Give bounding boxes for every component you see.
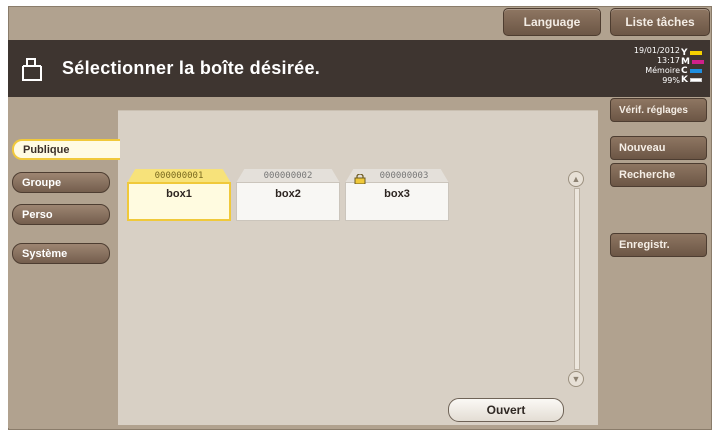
status-time: 13:17 xyxy=(656,56,680,65)
tab-perso[interactable]: Perso xyxy=(12,204,110,225)
register-button[interactable]: Enregistr. xyxy=(610,233,707,257)
scroll-down-icon[interactable]: ▼ xyxy=(568,371,584,387)
box-item-1[interactable]: 000000001 box1 xyxy=(127,169,231,221)
box-list-area xyxy=(118,110,598,425)
status-memory-value: 99% xyxy=(662,76,680,85)
scrollbar-track[interactable] xyxy=(574,188,580,370)
scroll-up-icon[interactable]: ▲ xyxy=(568,171,584,187)
tab-publique[interactable]: Publique xyxy=(12,139,120,160)
search-button[interactable]: Recherche xyxy=(610,163,707,187)
box-name: box1 xyxy=(166,188,192,200)
box-number: 000000002 xyxy=(263,171,313,181)
header-bar: Sélectionner la boîte désirée. xyxy=(8,40,600,97)
box-item-3[interactable]: 000000003 box3 xyxy=(345,169,449,221)
new-button[interactable]: Nouveau xyxy=(610,136,707,160)
task-list-button[interactable]: Liste tâches xyxy=(610,8,710,36)
status-date: 19/01/2012 xyxy=(633,46,680,55)
box-name: box2 xyxy=(275,188,301,200)
open-button[interactable]: Ouvert xyxy=(448,398,564,422)
box-icon xyxy=(20,56,44,82)
page-title: Sélectionner la boîte désirée. xyxy=(62,58,321,78)
toner-k: K xyxy=(681,75,705,85)
box-number: 000000003 xyxy=(379,171,429,181)
box-item-2[interactable]: 000000002 box2 xyxy=(236,169,340,221)
tab-systeme[interactable]: Système xyxy=(12,243,110,264)
box-name: box3 xyxy=(384,188,410,200)
language-button[interactable]: Language xyxy=(503,8,601,36)
status-memory-label: Mémoire xyxy=(645,66,680,75)
check-settings-button[interactable]: Vérif. réglages xyxy=(610,98,707,122)
tab-groupe[interactable]: Groupe xyxy=(12,172,110,193)
status-panel: 19/01/2012 13:17 Mémoire 99% Y M C K xyxy=(600,40,710,97)
toner-levels: Y M C K xyxy=(681,48,705,85)
box-number: 000000001 xyxy=(154,171,204,181)
